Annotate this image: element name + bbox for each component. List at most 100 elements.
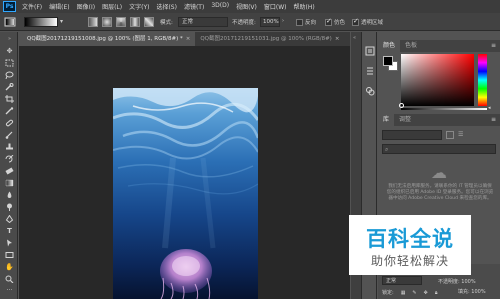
paragraph-panel-icon[interactable] [365,86,375,96]
toolbar: » ✥ T ✋ ··· [0,32,18,299]
tab-document-2[interactable]: QQ截图20171219151031.jpg @ 100% (RGB/8#) × [195,32,344,46]
quick-select-tool-icon[interactable] [5,83,14,91]
menu-view[interactable]: 视图(V) [236,2,257,11]
mode-label: 模式: [160,20,173,26]
opacity-label: 不透明度: [232,20,256,26]
foreground-color-swatch[interactable] [383,56,393,66]
menu-file[interactable]: 文件(F) [22,2,42,11]
lock-paint-icon[interactable]: ✎ [412,290,416,296]
hue-slider[interactable] [478,54,487,106]
hue-slider-handle-icon[interactable]: ◂ [488,105,491,111]
diamond-gradient-button[interactable] [144,17,154,27]
chevron-down-icon[interactable]: ▾ [60,18,66,26]
tab-label: QQ截图20171219151031.jpg @ 100% (RGB/8#) [200,36,332,42]
menu-select[interactable]: 选择(S) [156,2,177,11]
watermark-subtitle: 助你轻松解决 [370,254,449,268]
move-tool-icon[interactable]: ✥ [5,47,14,55]
dither-checkbox[interactable] [325,17,332,26]
blur-tool-icon[interactable] [5,191,14,199]
watermark-overlay: 百科全说 助你轻松解决 [349,215,471,275]
grid-view-icon[interactable] [446,131,454,139]
jellyfish-photo[interactable] [113,88,258,299]
photoshop-logo: Ps [3,1,16,12]
gradient-preview[interactable] [24,17,58,27]
opacity-input[interactable]: 100% [260,17,280,27]
menu-help[interactable]: 帮助(H) [294,2,315,11]
toolbar-collapse-icon[interactable]: » [5,35,14,43]
library-panel-tabs: 库 调整 [378,114,500,126]
lock-all-icon[interactable]: 🔒︎ [435,290,438,296]
color-panel-tabs: 颜色 色板 [378,40,500,52]
library-error-message: 我们无法启用库服务。请联系你的 IT 管理员以确保您的组织已启用 Adobe I… [386,184,494,201]
close-icon[interactable]: × [186,36,191,42]
eraser-tool-icon[interactable] [5,167,14,175]
radial-gradient-button[interactable] [102,17,112,27]
list-view-icon[interactable]: ☰ [458,131,463,138]
tab-adjustments[interactable]: 调整 [394,114,416,126]
crop-tool-icon[interactable] [5,95,14,103]
tab-label: QQ截图20171219151008.jpg @ 100% (图层 1, RGB… [27,36,183,42]
transparency-checkbox[interactable] [352,17,359,26]
close-icon[interactable]: × [335,36,340,42]
menu-layer[interactable]: 图层(L) [102,2,122,11]
creative-cloud-icon: ☁ [431,163,447,182]
angle-gradient-button[interactable] [116,17,126,27]
tab-document-1[interactable]: QQ截图20171219151008.jpg @ 100% (图层 1, RGB… [22,32,196,46]
transparency-label: 透明区域 [361,20,384,26]
layer-opacity[interactable]: 不透明度: 100% [438,278,476,285]
clone-stamp-tool-icon[interactable] [5,143,14,151]
zoom-tool-icon[interactable] [5,275,14,284]
gradient-tool-icon[interactable] [4,16,16,28]
more-tools-icon[interactable]: ··· [5,287,14,295]
collapse-icon[interactable]: « [353,35,356,41]
brush-tool-icon[interactable] [5,131,14,139]
layer-fill[interactable]: 填充: 100% [458,288,486,295]
reverse-checkbox[interactable] [296,19,303,26]
linear-gradient-button[interactable] [88,17,98,27]
rectangle-tool-icon[interactable] [5,251,14,259]
menu-edit[interactable]: 编辑(E) [49,2,69,11]
lock-pixels-icon[interactable]: ▦ [401,290,406,296]
healing-brush-tool-icon[interactable] [5,119,14,127]
menu-window[interactable]: 窗口(W) [264,2,287,11]
marquee-tool-icon[interactable] [5,59,14,67]
grayscale-ramp[interactable] [401,108,487,110]
menu-image[interactable]: 图像(I) [77,2,95,11]
tab-swatches[interactable]: 色板 [400,40,422,52]
canvas-area[interactable] [19,46,350,299]
menu-3d[interactable]: 3D(D) [211,2,229,11]
menu-filter[interactable]: 滤镜(T) [184,2,204,11]
history-panel-icon[interactable] [365,46,375,56]
reverse-label: 反向 [305,20,317,26]
library-dropdown[interactable] [382,130,442,140]
search-icon: ⌕ [385,146,389,153]
library-search-input[interactable]: ⌕ [382,144,496,154]
library-controls: ☰ [382,130,496,140]
eyedropper-tool-icon[interactable] [5,107,14,115]
tab-libraries[interactable]: 库 [378,114,395,126]
layer-blend-select[interactable]: 正常 [382,276,422,285]
dither-label: 仿色 [334,20,346,26]
options-bar: ▾ 模式: 正常 不透明度: 100% › 反向 仿色 透明区域 [0,13,500,31]
pen-tool-icon[interactable] [5,214,14,224]
panel-menu-icon[interactable]: ≡ [491,42,496,49]
path-select-tool-icon[interactable] [5,239,14,247]
history-brush-tool-icon[interactable] [5,154,14,163]
lasso-tool-icon[interactable] [5,71,14,80]
menu-items: 文件(F) 编辑(E) 图像(I) 图层(L) 文字(Y) 选择(S) 滤镜(T… [22,2,322,11]
lock-position-icon[interactable]: ✥ [424,290,428,296]
hand-tool-icon[interactable]: ✋ [5,263,14,271]
menu-type[interactable]: 文字(Y) [129,2,149,11]
document-tabs: QQ截图20171219151008.jpg @ 100% (图层 1, RGB… [22,32,350,46]
type-tool-icon[interactable]: T [5,227,14,235]
lock-label: 锁定: [382,290,394,296]
properties-panel-icon[interactable] [365,66,375,76]
chevron-right-icon[interactable]: › [282,18,284,24]
tab-color[interactable]: 颜色 [378,40,401,52]
saturation-field[interactable] [401,54,474,106]
reflected-gradient-button[interactable] [130,17,140,27]
gradient-tool-icon[interactable] [5,179,14,187]
panel-menu-icon[interactable]: ≡ [491,116,496,123]
blend-mode-select[interactable]: 正常 [178,17,228,27]
dodge-tool-icon[interactable] [5,203,14,211]
